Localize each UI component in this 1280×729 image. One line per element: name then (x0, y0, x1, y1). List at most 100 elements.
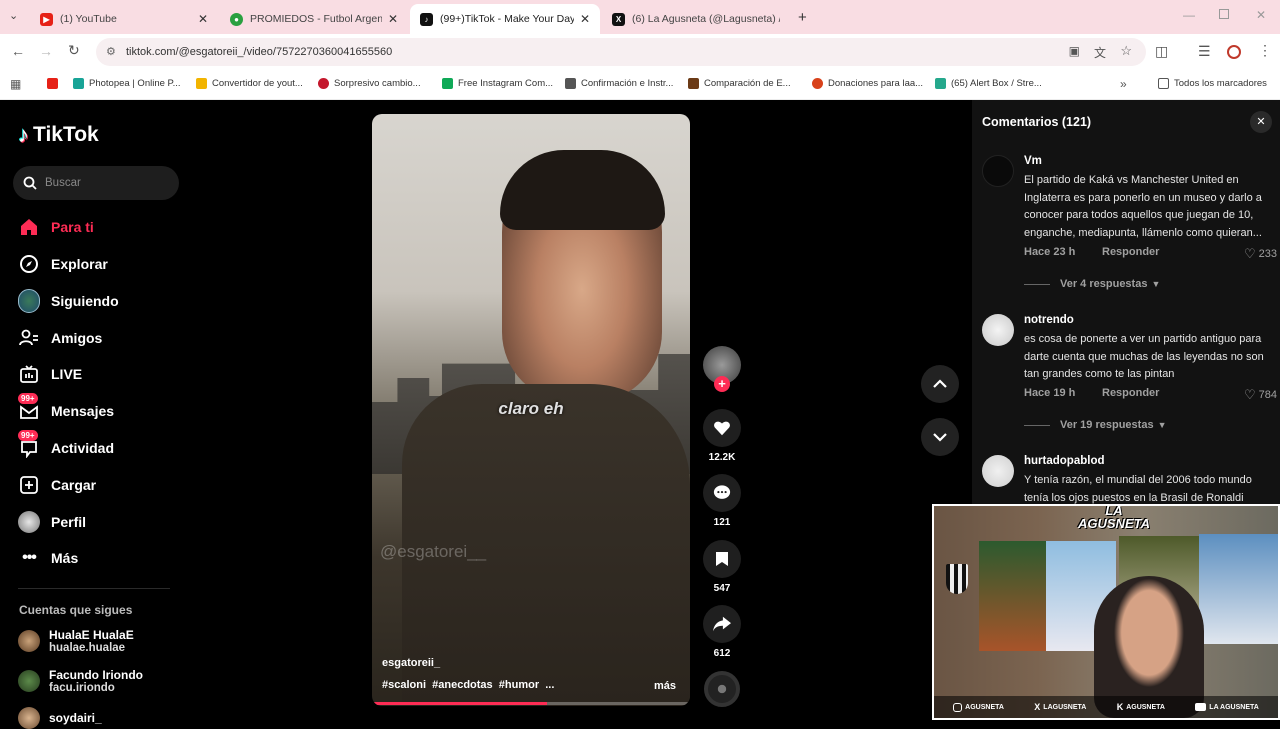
comment-username[interactable]: Vm (1024, 155, 1042, 167)
restore-button[interactable] (1219, 9, 1229, 19)
nav-siguiendo[interactable]: Siguiendo (18, 289, 119, 313)
view-replies-button[interactable]: Ver 4 respuestas ▼ (1024, 278, 1160, 290)
video-hashtags[interactable]: #scaloni #anecdotas #humor ... (382, 679, 554, 691)
like-count: 12.2K (708, 452, 736, 463)
close-tab-icon[interactable]: ✕ (198, 12, 208, 26)
more-bookmarks-chevron-icon[interactable]: » (1120, 77, 1127, 91)
nav-actividad[interactable]: 99+ Actividad (18, 430, 114, 460)
follow-plus-button[interactable]: + (714, 376, 730, 392)
divider-line (1024, 424, 1050, 426)
close-comments-button[interactable]: ✕ (1250, 111, 1272, 133)
back-arrow-icon[interactable]: ← (11, 43, 25, 59)
divider-line (1024, 283, 1050, 285)
nav-explorar[interactable]: Explorar (18, 252, 108, 276)
account-name: HualaE HualaE (49, 628, 134, 642)
comment-username[interactable]: notrendo (1024, 314, 1074, 326)
nav-mas[interactable]: ••• Más (18, 546, 78, 570)
comment-bubble-icon[interactable] (703, 474, 741, 512)
install-app-icon[interactable]: ▣ (1069, 44, 1080, 58)
nav-cargar[interactable]: Cargar (18, 473, 96, 497)
notification-badge: 99+ (18, 393, 38, 404)
comment-action[interactable]: 121 (703, 474, 741, 528)
avatar[interactable] (982, 314, 1014, 346)
search-input[interactable]: Buscar (13, 166, 179, 200)
minimize-button[interactable]: — (1183, 8, 1195, 22)
following-account[interactable]: soydairi_ (18, 707, 102, 729)
bookmark-convertidor[interactable]: Convertidor de yout... (196, 78, 303, 89)
share-arrow-icon[interactable] (703, 605, 741, 643)
heart-icon[interactable] (703, 409, 741, 447)
comment-text: es cosa de ponerte a ver un partido anti… (1024, 333, 1264, 380)
bookmark-donaciones[interactable]: Donaciones para laa... (812, 78, 923, 89)
profile-icon (18, 511, 40, 533)
progress-track[interactable] (372, 702, 690, 705)
following-account[interactable]: HualaE HualaE hualae.hualae (18, 628, 134, 654)
friends-icon (18, 327, 40, 349)
bookmark-youtube[interactable] (47, 78, 63, 89)
avatar (18, 630, 40, 652)
profile-avatar-icon[interactable] (1227, 45, 1241, 59)
media-controls-icon[interactable]: ☰ (1198, 43, 1211, 60)
club-crest (946, 564, 968, 594)
bookmark-label: Photopea | Online P... (89, 78, 181, 89)
next-video-button[interactable] (921, 418, 959, 456)
see-more-link[interactable]: más (654, 680, 676, 692)
nav-perfil[interactable]: Perfil (18, 510, 86, 534)
tiktok-logo[interactable]: ♪ TikTok (18, 122, 99, 148)
site-settings-icon[interactable]: ⚙ (106, 45, 116, 58)
bookmark-photopea[interactable]: Photopea | Online P... (73, 78, 181, 89)
nav-live[interactable]: LIVE (18, 362, 82, 386)
search-icon (23, 176, 37, 190)
music-disc-icon[interactable] (704, 671, 740, 707)
reply-button[interactable]: Responder (1102, 387, 1159, 399)
tab-x-agusneta[interactable]: X (6) La Agusneta (@Lagusneta) / (602, 4, 790, 34)
reply-button[interactable]: Responder (1102, 246, 1159, 258)
nav-mensajes[interactable]: 99+ Mensajes (18, 393, 114, 423)
bookmark-comparacion[interactable]: Comparación de E... (688, 78, 791, 89)
extensions-icon[interactable]: ◫ (1155, 43, 1168, 60)
tab-search-chevron-icon[interactable]: ⌄ (9, 9, 18, 22)
avatar[interactable] (982, 155, 1014, 187)
tab-tiktok[interactable]: ♪ (99+)TikTok - Make Your Day ✕ (410, 4, 600, 34)
close-window-button[interactable]: ✕ (1256, 8, 1266, 22)
translate-icon[interactable]: 文 (1094, 44, 1106, 61)
sidebar-divider (18, 588, 170, 589)
save-action[interactable]: 547 (703, 540, 741, 594)
x-icon: X (1034, 702, 1041, 712)
forward-arrow-icon[interactable]: → (39, 43, 53, 59)
all-bookmarks-folder[interactable]: Todos los marcadores (1158, 78, 1267, 89)
bookmark-star-icon[interactable]: ☆ (1120, 43, 1132, 59)
video-player[interactable]: claro eh @esgatorei__ esgatoreii_ #scalo… (372, 114, 690, 706)
comment-username[interactable]: hurtadopablod (1024, 455, 1105, 467)
comment-time: Hace 23 h (1024, 246, 1076, 258)
comment-like-button[interactable]: ♡ 784 (1244, 387, 1277, 403)
following-account[interactable]: Facundo Iriondo facu.iriondo (18, 668, 143, 694)
reload-icon[interactable]: ↻ (68, 42, 80, 59)
address-bar[interactable]: ⚙ tiktok.com/@esgatoreii_/video/75722703… (96, 38, 1146, 66)
bookmark-icon[interactable] (703, 540, 741, 578)
nav-para-ti[interactable]: Para ti (18, 215, 94, 239)
nav-amigos[interactable]: Amigos (18, 326, 102, 350)
close-tab-icon[interactable]: ✕ (580, 12, 590, 26)
avatar[interactable] (982, 455, 1014, 487)
tab-youtube[interactable]: ▶ (1) YouTube ✕ (30, 4, 218, 34)
tab-promiedos[interactable]: ● PROMIEDOS - Futbol Argentino ✕ (220, 4, 408, 34)
youtube-icon (1195, 703, 1207, 711)
new-tab-button[interactable]: + (798, 9, 807, 26)
bookmark-alertbox[interactable]: (65) Alert Box / Stre... (935, 78, 1042, 89)
menu-kebab-icon[interactable]: ⋮ (1258, 42, 1272, 59)
comment-like-button[interactable]: ♡ 233 (1244, 246, 1277, 262)
video-author[interactable]: esgatoreii_ (382, 657, 440, 669)
bookmark-instagram[interactable]: Free Instagram Com... (442, 78, 553, 89)
close-tab-icon[interactable]: ✕ (388, 12, 398, 26)
comment-time: Hace 19 h (1024, 387, 1076, 399)
view-replies-button[interactable]: Ver 19 respuestas ▼ (1024, 419, 1167, 431)
like-action[interactable]: 12.2K (703, 409, 741, 463)
previous-video-button[interactable] (921, 365, 959, 403)
url-text: tiktok.com/@esgatoreii_/video/7572270360… (126, 46, 393, 58)
share-action[interactable]: 612 (703, 605, 741, 659)
comment-item: Vm El partido de Kaká vs Manchester Unit… (982, 155, 1277, 295)
bookmark-confirmacion[interactable]: Confirmación e Instr... (565, 78, 673, 89)
bookmark-sorpresivo[interactable]: Sorpresivo cambio... (318, 78, 421, 89)
apps-grid-icon[interactable]: ▦ (10, 77, 21, 91)
